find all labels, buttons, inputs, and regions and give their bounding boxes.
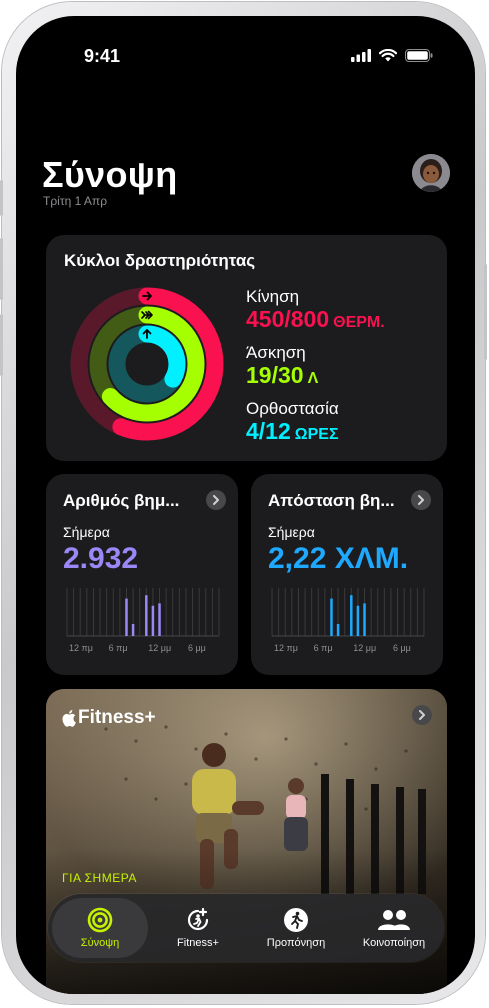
chart-bar (350, 595, 353, 636)
chart-bar (158, 603, 161, 636)
distance-chevron-icon[interactable] (411, 490, 431, 510)
distance-today-label: Σήμερα (268, 524, 315, 540)
move-label: Κίνηση (246, 287, 300, 306)
fitness-plus-brand: Fitness+ (78, 707, 156, 728)
running-person-icon (284, 908, 308, 932)
distance-card-title: Απόσταση βη... (268, 491, 395, 510)
tab-workout-label: Προπόνηση (266, 937, 326, 949)
volume-down-button (0, 314, 3, 376)
chart-bar (125, 598, 128, 636)
steps-chart: 12 πμ 6 πμ 12 μμ 6 μμ (66, 588, 220, 653)
status-icons (351, 49, 433, 62)
steps-card[interactable]: Αριθμός βημ... Σήμερα 2.932 12 πμ 6 πμ 12 … (46, 474, 238, 675)
cellular-signal-icon (351, 49, 371, 62)
chart-axis-label: 12 μμ (353, 643, 376, 653)
tab-sharing[interactable]: Κοινοποίηση (346, 898, 442, 958)
rings-icon (87, 907, 113, 933)
chart-axis-label: 12 μμ (148, 643, 171, 653)
distance-value: 2,22 ΧΛΜ. (268, 542, 409, 575)
distance-card[interactable]: Απόσταση βη... Σήμερα 2,22 ΧΛΜ. 12 πμ 6 π… (251, 474, 443, 675)
steps-today-label: Σήμερα (63, 524, 110, 540)
chart-axis-label: 12 πμ (274, 643, 298, 653)
page-date: Τρίτη 1 Απρ (43, 194, 108, 208)
tab-workout[interactable]: Προπόνηση (248, 898, 344, 958)
steps-value: 2.932 (63, 542, 139, 575)
tab-fitness-plus-label: Fitness+ (177, 937, 219, 949)
page-title: Σύνοψη (42, 154, 178, 195)
tab-sharing-label: Κοινοποίηση (362, 937, 426, 949)
stand-value: 4/12 ΩΡΕΣ (246, 418, 339, 445)
battery-icon (405, 49, 433, 62)
fitness-plus-icon (187, 907, 209, 931)
exercise-value-unit: Λ (307, 370, 319, 387)
action-button (0, 180, 3, 216)
tab-summary-label: Σύνοψη (80, 937, 120, 949)
wifi-icon (379, 49, 397, 62)
steps-card-title: Αριθμός βημ... (63, 491, 180, 510)
exercise-label: Άσκηση (246, 343, 306, 362)
chart-bar (151, 605, 155, 636)
chart-bar (330, 598, 333, 636)
chart-bar (145, 595, 148, 636)
tab-fitness-plus[interactable]: Fitness+ (150, 898, 246, 958)
chart-axis-label: 6 μμ (188, 643, 206, 653)
fitness-plus-logo: Fitness+ (62, 707, 156, 729)
stand-value-number: 4/12 (246, 418, 291, 444)
status-time: 9:41 (84, 46, 121, 66)
phone-frame: 9:41 Σύνοψη Τρίτη 1 Απρ Κύκλοι δραστηριό… (0, 2, 487, 1004)
chart-bar (363, 603, 366, 636)
stand-value-unit: ΩΡΕΣ (294, 426, 339, 443)
exercise-ring-arrow-icon (141, 310, 153, 320)
move-value: 450/800 ΘΕΡΜ. (246, 306, 385, 333)
fitness-plus-chevron-icon[interactable] (412, 705, 432, 725)
chart-axis-label: 12 πμ (69, 643, 93, 653)
avatar-icon (412, 154, 450, 192)
profile-avatar[interactable] (412, 154, 450, 192)
apple-logo-icon (62, 710, 76, 727)
exercise-value-number: 19/30 (246, 362, 304, 388)
fitness-plus-for-today: ΓΙΑ ΣΗΜΕΡΑ (62, 871, 137, 885)
distance-chart: 12 πμ 6 πμ 12 μμ 6 μμ (271, 588, 425, 653)
chart-axis-label: 6 πμ (314, 643, 333, 653)
status-bar: 9:41 (16, 46, 475, 68)
screen: 9:41 Σύνοψη Τρίτη 1 Απρ Κύκλοι δραστηριό… (16, 16, 475, 994)
people-icon (378, 910, 410, 930)
move-value-unit: ΘΕΡΜ. (333, 314, 385, 331)
chart-axis-label: 6 πμ (109, 643, 128, 653)
steps-chevron-icon[interactable] (206, 490, 226, 510)
chart-bar (336, 624, 340, 636)
activity-rings-card[interactable]: Κύκλοι δραστηριότητας Κίνηση 450/800 ΘΕΡΜ… (46, 235, 447, 461)
chart-bar (356, 605, 360, 636)
stand-label: Ορθοστασία (246, 399, 339, 418)
tab-summary[interactable]: Σύνοψη (52, 898, 148, 958)
chart-axis-label: 6 μμ (393, 643, 411, 653)
side-button (484, 264, 487, 360)
activity-card-title: Κύκλοι δραστηριότητας (64, 251, 256, 270)
chart-bar (131, 624, 135, 636)
move-value-number: 450/800 (246, 306, 330, 332)
activity-rings (70, 287, 224, 441)
tab-bar: Σύνοψη Fitness+ Προπόνηση Κοινοποίηση (48, 894, 444, 962)
exercise-value: 19/30 Λ (246, 362, 318, 389)
volume-up-button (0, 238, 3, 300)
